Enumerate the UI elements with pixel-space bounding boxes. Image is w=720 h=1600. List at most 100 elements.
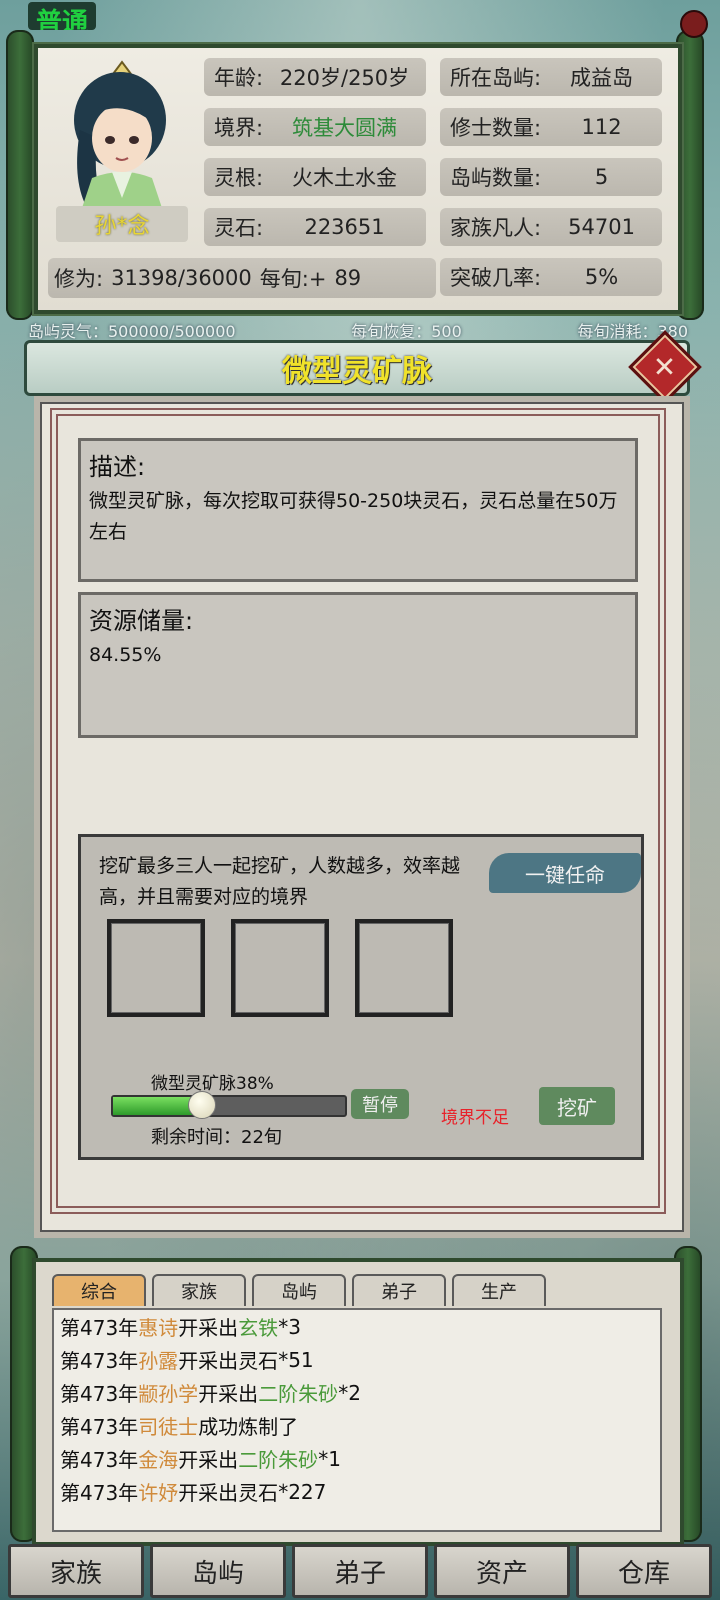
auto-assign-button[interactable]: 一键任命: [489, 853, 641, 893]
remaining-time: 剩余时间：22旬: [151, 1127, 282, 1148]
mining-tip: 挖矿最多三人一起挖矿，人数越多，效率越高，并且需要对应的境界: [99, 855, 461, 908]
island-value: 成益岛: [570, 66, 634, 90]
cultivation-label: 修为:: [54, 267, 104, 291]
mining-progress-bar: [111, 1091, 347, 1119]
log-year: 第473年: [60, 1415, 139, 1439]
log-list[interactable]: 第473年 惠诗 开采出 玄铁 *3 第473年 孙露 开采出 灵石 *51 第473年 颛孙学开…: [52, 1308, 662, 1532]
islands-count-stat: 岛屿数量: 5: [440, 158, 662, 196]
character-name: 孙*念: [56, 206, 188, 242]
cultivators-label: 修士数量:: [450, 116, 542, 140]
character-panel: 孙*念 年龄: 220岁/250岁 境界: 筑基大圆满 灵根: 火木土水金 灵石…: [34, 44, 682, 314]
islands-count-label: 岛屿数量:: [450, 166, 542, 190]
island-label: 所在岛屿:: [450, 66, 542, 90]
scroll-knob-icon: [680, 10, 708, 38]
log-person: 司徒士: [138, 1415, 199, 1439]
reserve-value: 84.55%: [89, 644, 162, 666]
spirit-stone-stat: 灵石: 223651: [204, 208, 426, 246]
scroll-rod-left: [6, 30, 34, 320]
breakthrough-stat: 突破几率: 5%: [440, 258, 662, 296]
log-tabs: 综合 家族 岛屿 弟子 生产: [52, 1274, 546, 1306]
island-stat: 所在岛屿: 成益岛: [440, 58, 662, 96]
dialog-title: 微型灵矿脉: [282, 354, 432, 389]
log-action: 开采出: [198, 1382, 259, 1406]
miner-slot-3[interactable]: [355, 919, 453, 1017]
log-row: 第473年 惠诗 开采出 玄铁 *3: [54, 1310, 660, 1343]
log-year: 第473年: [60, 1481, 139, 1505]
age-stat: 年龄: 220岁/250岁: [204, 58, 426, 96]
breakthrough-value: 5%: [584, 265, 619, 289]
tab-island[interactable]: 岛屿: [252, 1274, 346, 1306]
spirit-root-stat: 灵根: 火木土水金: [204, 158, 426, 196]
spirit-stone-label: 灵石:: [214, 216, 264, 240]
log-row: 第473年 许妤 开采出 灵石 *227: [54, 1475, 660, 1508]
log-action: 开采出: [178, 1349, 239, 1373]
log-action: 开采出: [178, 1481, 239, 1505]
realm-insufficient-warning: 境界不足: [441, 1108, 509, 1128]
dialog-title-bar: 微型灵矿脉 ✕: [24, 330, 702, 404]
tab-family[interactable]: 家族: [152, 1274, 246, 1306]
avatar[interactable]: [52, 58, 188, 208]
nav-family-button[interactable]: 家族: [8, 1544, 144, 1598]
progress-label: 微型灵矿脉38%: [151, 1074, 274, 1094]
mortals-value: 54701: [568, 215, 635, 239]
breakthrough-label: 突破几率:: [450, 266, 542, 290]
nav-disciple-button[interactable]: 弟子: [292, 1544, 428, 1598]
mortals-stat: 家族凡人: 54701: [440, 208, 662, 246]
nav-warehouse-button[interactable]: 仓库: [576, 1544, 712, 1598]
cultivators-value: 112: [581, 115, 622, 139]
pause-button[interactable]: 暂停: [351, 1089, 409, 1119]
log-row: 第473年 颛孙学 开采出 二阶朱砂 *2: [54, 1376, 660, 1409]
miner-slot-2[interactable]: [231, 919, 329, 1017]
log-row: 第473年 司徒士 成功炼制了: [54, 1409, 660, 1442]
log-action: 开采出: [178, 1448, 239, 1472]
age-value: 220岁/250岁: [279, 66, 410, 90]
log-count: *1: [318, 1446, 341, 1471]
bottom-nav: 家族 岛屿 弟子 资产 仓库: [8, 1544, 712, 1598]
log-count: *2: [338, 1380, 361, 1405]
realm-label: 境界:: [214, 116, 264, 140]
tab-general[interactable]: 综合: [52, 1274, 146, 1306]
log-item: 玄铁: [238, 1316, 279, 1340]
realm-value: 筑基大圆满: [292, 116, 398, 140]
nav-assets-button[interactable]: 资产: [434, 1544, 570, 1598]
tab-production[interactable]: 生产: [452, 1274, 546, 1306]
island-recover: 每旬恢复：500: [351, 322, 462, 341]
mine-button[interactable]: 挖矿: [539, 1087, 615, 1125]
spirit-stone-value: 223651: [304, 215, 385, 239]
log-person: 金海: [138, 1448, 179, 1472]
miner-slot-1[interactable]: [107, 919, 205, 1017]
age-label: 年龄:: [214, 66, 264, 90]
log-row: 第473年 金海 开采出 二阶朱砂 *1: [54, 1442, 660, 1475]
reserve-title: 资源储量:: [89, 607, 194, 635]
corner-tag: 普通: [28, 2, 97, 30]
reserve-box: 资源储量: 84.55%: [78, 592, 638, 738]
log-panel: 综合 家族 岛屿 弟子 生产 第473年 惠诗 开采出 玄铁 *3 第473年 孙露 开采出…: [32, 1258, 684, 1546]
log-person: 孙露: [138, 1349, 179, 1373]
log-action: 成功炼制了: [198, 1415, 299, 1439]
log-person: 惠诗: [138, 1316, 179, 1340]
log-person: 许妤: [138, 1481, 179, 1505]
log-count: *3: [278, 1314, 301, 1339]
nav-island-button[interactable]: 岛屿: [150, 1544, 286, 1598]
cultivation-value: 31398/36000: [111, 266, 252, 290]
description-title: 描述:: [89, 453, 146, 481]
log-year: 第473年: [60, 1316, 139, 1340]
log-year: 第473年: [60, 1382, 139, 1406]
realm-stat: 境界: 筑基大圆满: [204, 108, 426, 146]
log-item: 二阶朱砂: [258, 1382, 339, 1406]
cultivators-stat: 修士数量: 112: [440, 108, 662, 146]
mortals-label: 家族凡人:: [450, 216, 542, 240]
spirit-root-value: 火木土水金: [292, 166, 398, 190]
log-person: 颛孙学: [138, 1382, 199, 1406]
log-action: 开采出: [178, 1316, 239, 1340]
mine-dialog: 描述: 微型灵矿脉，每次挖取可获得50-250块灵石，灵石总量在50万左右 资源…: [34, 396, 690, 1238]
log-item: 灵石: [238, 1349, 279, 1373]
per-turn-label: 每旬:+: [259, 267, 327, 291]
tab-disciple[interactable]: 弟子: [352, 1274, 446, 1306]
progress-thumb: [188, 1091, 217, 1119]
log-year: 第473年: [60, 1448, 139, 1472]
description-text: 微型灵矿脉，每次挖取可获得50-250块灵石，灵石总量在50万左右: [89, 490, 618, 543]
mining-box: 挖矿最多三人一起挖矿，人数越多，效率越高，并且需要对应的境界 一键任命 微型灵矿…: [78, 834, 644, 1160]
island-qi-strip: 岛屿灵气：500000/500000 每旬恢复：500 每旬消耗：380: [28, 318, 688, 341]
log-item: 二阶朱砂: [238, 1448, 319, 1472]
